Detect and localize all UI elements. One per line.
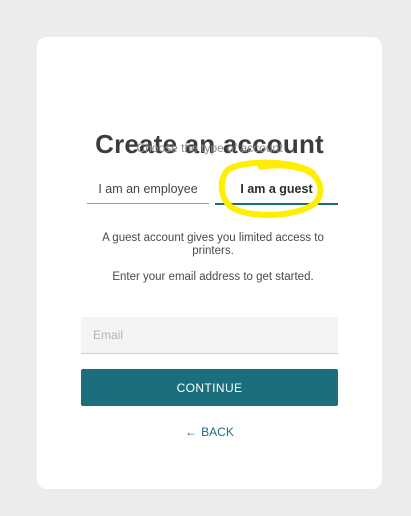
email-prompt-text: Enter your email address to get started. [112, 271, 314, 283]
email-field[interactable] [81, 317, 338, 354]
guest-info-text: A guest account gives you limited access… [102, 232, 324, 257]
tab-guest[interactable]: I am a guest [215, 180, 338, 205]
tab-employee[interactable]: I am an employee [87, 180, 209, 204]
account-type-tabs: I am an employee I am a guest [87, 180, 338, 205]
page: Create an account Choose the type of acc… [0, 0, 411, 516]
left-arrow-icon: ← [185, 425, 198, 439]
account-type-prompt: Choose the type of account [136, 141, 283, 155]
continue-button[interactable]: CONTINUE [81, 369, 338, 406]
account-card: Create an account Choose the type of acc… [37, 37, 382, 489]
back-link[interactable]: ← BACK [37, 425, 382, 439]
back-label: BACK [201, 425, 234, 439]
